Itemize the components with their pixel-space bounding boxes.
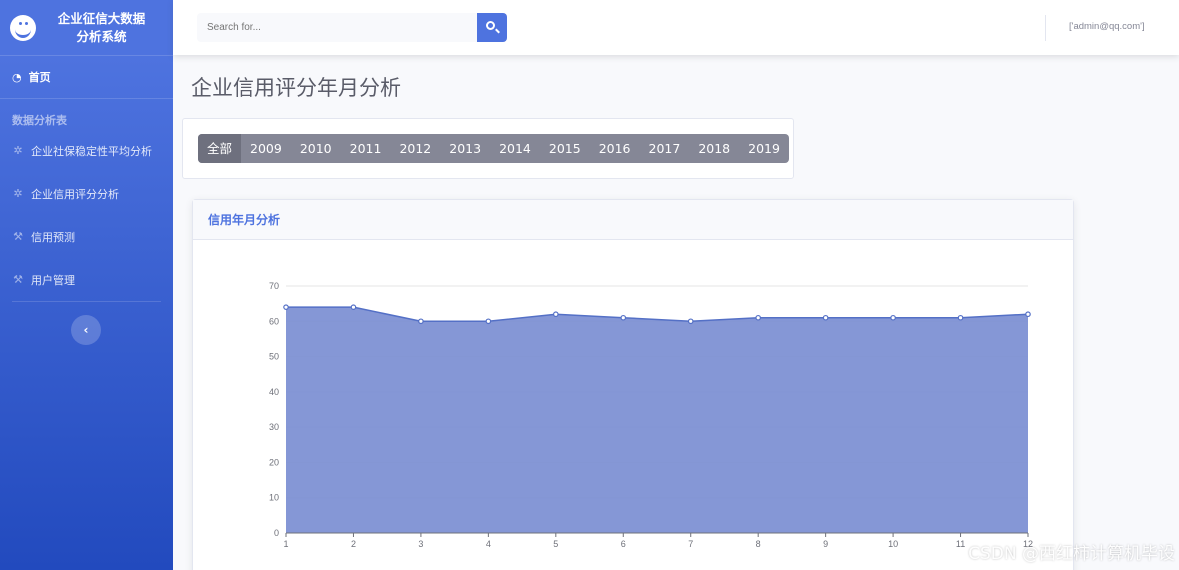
year-button[interactable]: 2018 — [689, 134, 739, 163]
sidebar-item-label: 用户管理 — [31, 273, 75, 287]
sidebar-item-label: 企业信用评分分析 — [31, 187, 119, 201]
wrench-icon: ⚒ — [13, 273, 23, 286]
sidebar-toggle-button[interactable]: ‹ — [71, 315, 101, 345]
year-button[interactable]: 2012 — [390, 134, 440, 163]
laugh-wink-icon — [10, 14, 36, 41]
data-point — [755, 314, 761, 321]
y-tick-label: 40 — [269, 387, 279, 397]
y-tick-label: 30 — [269, 422, 279, 432]
gear-icon: ✲ — [13, 187, 23, 200]
year-button[interactable]: 2010 — [291, 134, 341, 163]
search-input[interactable] — [197, 13, 477, 42]
sidebar-item-credit-forecast[interactable]: ⚒ 信用预测 — [0, 215, 173, 258]
series-area — [286, 307, 1028, 533]
topbar-divider — [1045, 15, 1046, 41]
wrench-icon: ⚒ — [13, 230, 23, 243]
year-button[interactable]: 2017 — [640, 134, 690, 163]
year-button[interactable]: 2014 — [490, 134, 540, 163]
sidebar-item-social-security[interactable]: ✲ 企业社保稳定性平均分析 — [0, 129, 173, 172]
data-point — [485, 318, 492, 325]
x-tick-label: 5 — [553, 539, 558, 549]
x-tick-label: 1 — [283, 539, 288, 549]
x-tick-label: 4 — [486, 539, 491, 549]
year-button[interactable]: 2019 — [739, 134, 789, 163]
year-filter-card: 全部 2009 2010 2011 2012 2013 2014 2015 2016 2017 20… — [182, 118, 794, 179]
x-tick-label: 8 — [756, 539, 761, 549]
year-button-group: 全部 2009 2010 2011 2012 2013 2014 2015 2016 2017 20… — [198, 134, 789, 163]
data-point — [620, 314, 627, 321]
x-tick-label: 3 — [418, 539, 423, 549]
data-point — [553, 311, 559, 318]
data-point — [1025, 311, 1031, 318]
sidebar-item-label: 企业社保稳定性平均分析 — [31, 144, 152, 158]
gear-icon: ✲ — [13, 144, 23, 157]
x-tick-label: 6 — [621, 539, 626, 549]
chart-card: 信用年月分析 0 10 20 30 40 50 60 70 1 2 3 4 5 6 7 8 9 10 11 12 — [192, 199, 1074, 570]
x-tick-label: 7 — [688, 539, 693, 549]
data-point — [957, 314, 964, 321]
search-button[interactable] — [477, 13, 507, 42]
brand-title-line1: 企业征信大数据 — [57, 10, 146, 26]
year-button[interactable]: 2013 — [440, 134, 490, 163]
year-button[interactable]: 2009 — [241, 134, 291, 163]
chevron-left-icon: ‹ — [83, 323, 89, 337]
year-button[interactable]: 全部 — [198, 134, 242, 163]
sidebar-item-user-management[interactable]: ⚒ 用户管理 — [0, 258, 173, 301]
x-tick-label: 2 — [351, 539, 356, 549]
y-tick-label: 70 — [269, 281, 279, 291]
brand[interactable]: 企业征信大数据 分析系统 — [0, 0, 173, 56]
x-tick-label: 9 — [823, 539, 828, 549]
sidebar: 企业征信大数据 分析系统 ◔ 首页 数据分析表 ✲ 企业社保稳定性平均分析 ✲ … — [0, 0, 173, 570]
y-tick-label: 50 — [269, 352, 279, 362]
sidebar-item-label: 信用预测 — [31, 230, 75, 244]
user-menu[interactable]: ['admin@qq.com'] — [1069, 21, 1145, 32]
brand-title: 企业征信大数据 分析系统 — [36, 10, 173, 46]
y-tick-label: 10 — [269, 493, 279, 503]
data-point — [350, 304, 357, 310]
sidebar-heading: 数据分析表 — [12, 114, 67, 127]
data-point — [822, 314, 829, 321]
y-tick-label: 0 — [274, 528, 279, 538]
year-button[interactable]: 2011 — [341, 134, 391, 163]
data-point — [890, 314, 896, 321]
credit-area-chart: 0102030405060701 2 3 4 5 6 7 8 9 10 11 12 — [269, 281, 1033, 549]
watermark: CSDN @西红柿计算机毕设 — [968, 544, 1175, 564]
dashboard-icon: ◔ — [12, 70, 22, 84]
topbar: ['admin@qq.com'] — [173, 0, 1179, 55]
y-tick-label: 60 — [269, 316, 279, 326]
sidebar-item-home[interactable]: ◔ 首页 — [0, 56, 173, 99]
year-button[interactable]: 2016 — [590, 134, 640, 163]
page-title: 企业信用评分年月分析 — [191, 76, 401, 100]
data-point — [283, 304, 289, 310]
chart-card-title: 信用年月分析 — [193, 200, 1073, 240]
data-point — [418, 318, 424, 325]
data-point — [687, 318, 694, 325]
sidebar-divider — [12, 301, 161, 302]
search-icon — [486, 21, 495, 30]
sidebar-item-label: 首页 — [28, 71, 51, 84]
year-button[interactable]: 2015 — [540, 134, 590, 163]
brand-title-line2: 分析系统 — [76, 28, 127, 44]
sidebar-item-credit-score[interactable]: ✲ 企业信用评分分析 — [0, 172, 173, 215]
y-tick-label: 20 — [269, 457, 279, 467]
x-tick-label: 10 — [888, 539, 898, 549]
x-tick-label: 11 — [956, 539, 965, 549]
